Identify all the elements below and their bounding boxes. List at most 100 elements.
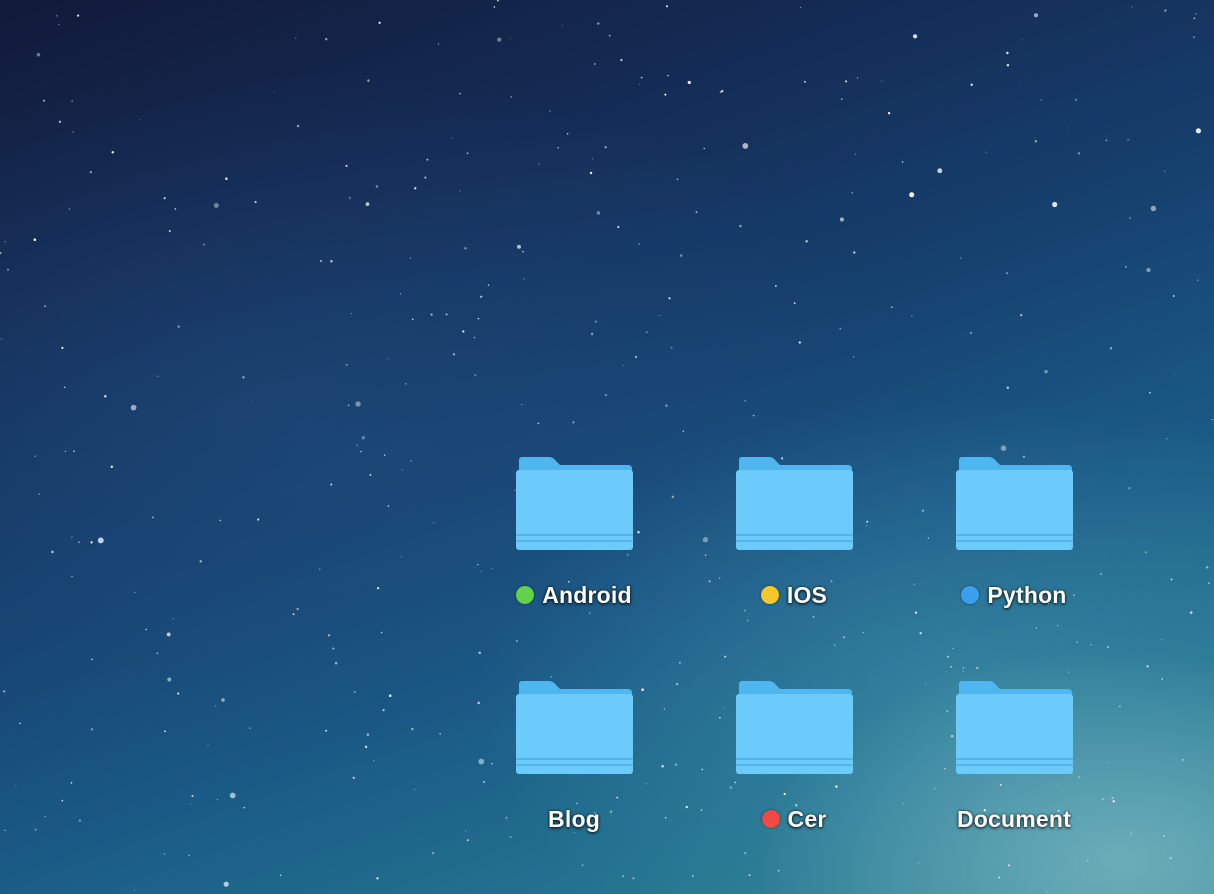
star (72, 131, 74, 133)
star (1100, 573, 1102, 575)
star (1145, 551, 1147, 553)
star (38, 493, 41, 495)
star (692, 875, 694, 877)
star (474, 374, 477, 377)
star (257, 518, 260, 521)
star (1112, 744, 1114, 746)
star (793, 302, 796, 304)
star (439, 732, 442, 735)
star (664, 816, 667, 819)
star (42, 99, 46, 102)
star (739, 224, 742, 228)
star (1131, 6, 1133, 8)
star (452, 353, 456, 356)
star (970, 83, 973, 86)
star (557, 147, 559, 149)
star (325, 729, 328, 732)
star (674, 763, 678, 766)
star (913, 34, 918, 39)
star (382, 708, 385, 712)
star (744, 400, 746, 402)
star (1211, 418, 1213, 421)
folder-android[interactable]: Android (489, 456, 659, 656)
star (369, 474, 372, 476)
star (78, 819, 82, 822)
star (845, 80, 848, 83)
star (1005, 272, 1009, 275)
folder-cer[interactable]: Cer (709, 680, 879, 880)
star (937, 168, 943, 174)
star (221, 698, 225, 702)
star (466, 839, 469, 841)
star (384, 454, 386, 456)
star (887, 112, 891, 115)
star (902, 802, 904, 804)
star (91, 728, 94, 731)
folder-blog[interactable]: Blog (489, 680, 659, 880)
star (365, 745, 368, 748)
star (164, 730, 167, 733)
star (913, 583, 915, 585)
star (1195, 12, 1197, 15)
star (426, 158, 429, 161)
star (478, 758, 485, 765)
folder-python[interactable]: Python (929, 456, 1099, 656)
star (292, 613, 295, 616)
star (215, 705, 217, 707)
star (1148, 391, 1151, 394)
star (1077, 152, 1081, 155)
star (911, 315, 913, 317)
star (473, 336, 476, 339)
star (203, 243, 206, 246)
star (172, 618, 174, 620)
star (216, 799, 218, 801)
star (1101, 798, 1104, 800)
star (985, 151, 987, 153)
star (550, 676, 552, 678)
desktop-background: Android IOS Python Blog Cer Document (0, 0, 1214, 894)
star (1205, 566, 1209, 569)
star (668, 297, 671, 300)
star (130, 404, 137, 411)
star (665, 5, 669, 8)
star (921, 509, 925, 512)
star (373, 760, 375, 762)
star (477, 563, 479, 566)
star (1006, 386, 1009, 389)
star (223, 881, 229, 887)
star (89, 171, 92, 174)
star (1044, 369, 1048, 374)
star (191, 794, 194, 797)
star (592, 158, 594, 160)
star (1105, 139, 1108, 142)
star (881, 80, 883, 82)
star (466, 152, 469, 155)
star (687, 80, 691, 85)
folder-name: Android (542, 581, 632, 608)
star (857, 77, 859, 79)
star (139, 118, 141, 120)
star (1146, 267, 1151, 273)
folder-name: IOS (786, 581, 828, 608)
star (388, 694, 392, 697)
star (1169, 857, 1172, 860)
star (1172, 295, 1175, 297)
folder-ios[interactable]: IOS (709, 456, 879, 656)
star (34, 828, 37, 831)
star (1006, 63, 1010, 67)
star (360, 450, 362, 453)
star (1192, 36, 1195, 39)
star (925, 684, 927, 686)
star (702, 536, 709, 543)
star (671, 495, 675, 499)
star (1020, 84, 1021, 86)
star (1046, 891, 1048, 893)
folder-name: Blog (548, 805, 600, 832)
star (168, 229, 171, 233)
star (70, 782, 73, 784)
star (431, 851, 435, 855)
folder-document[interactable]: Document (929, 680, 1099, 880)
star (1112, 800, 1115, 803)
star (414, 187, 417, 190)
star (752, 414, 755, 417)
